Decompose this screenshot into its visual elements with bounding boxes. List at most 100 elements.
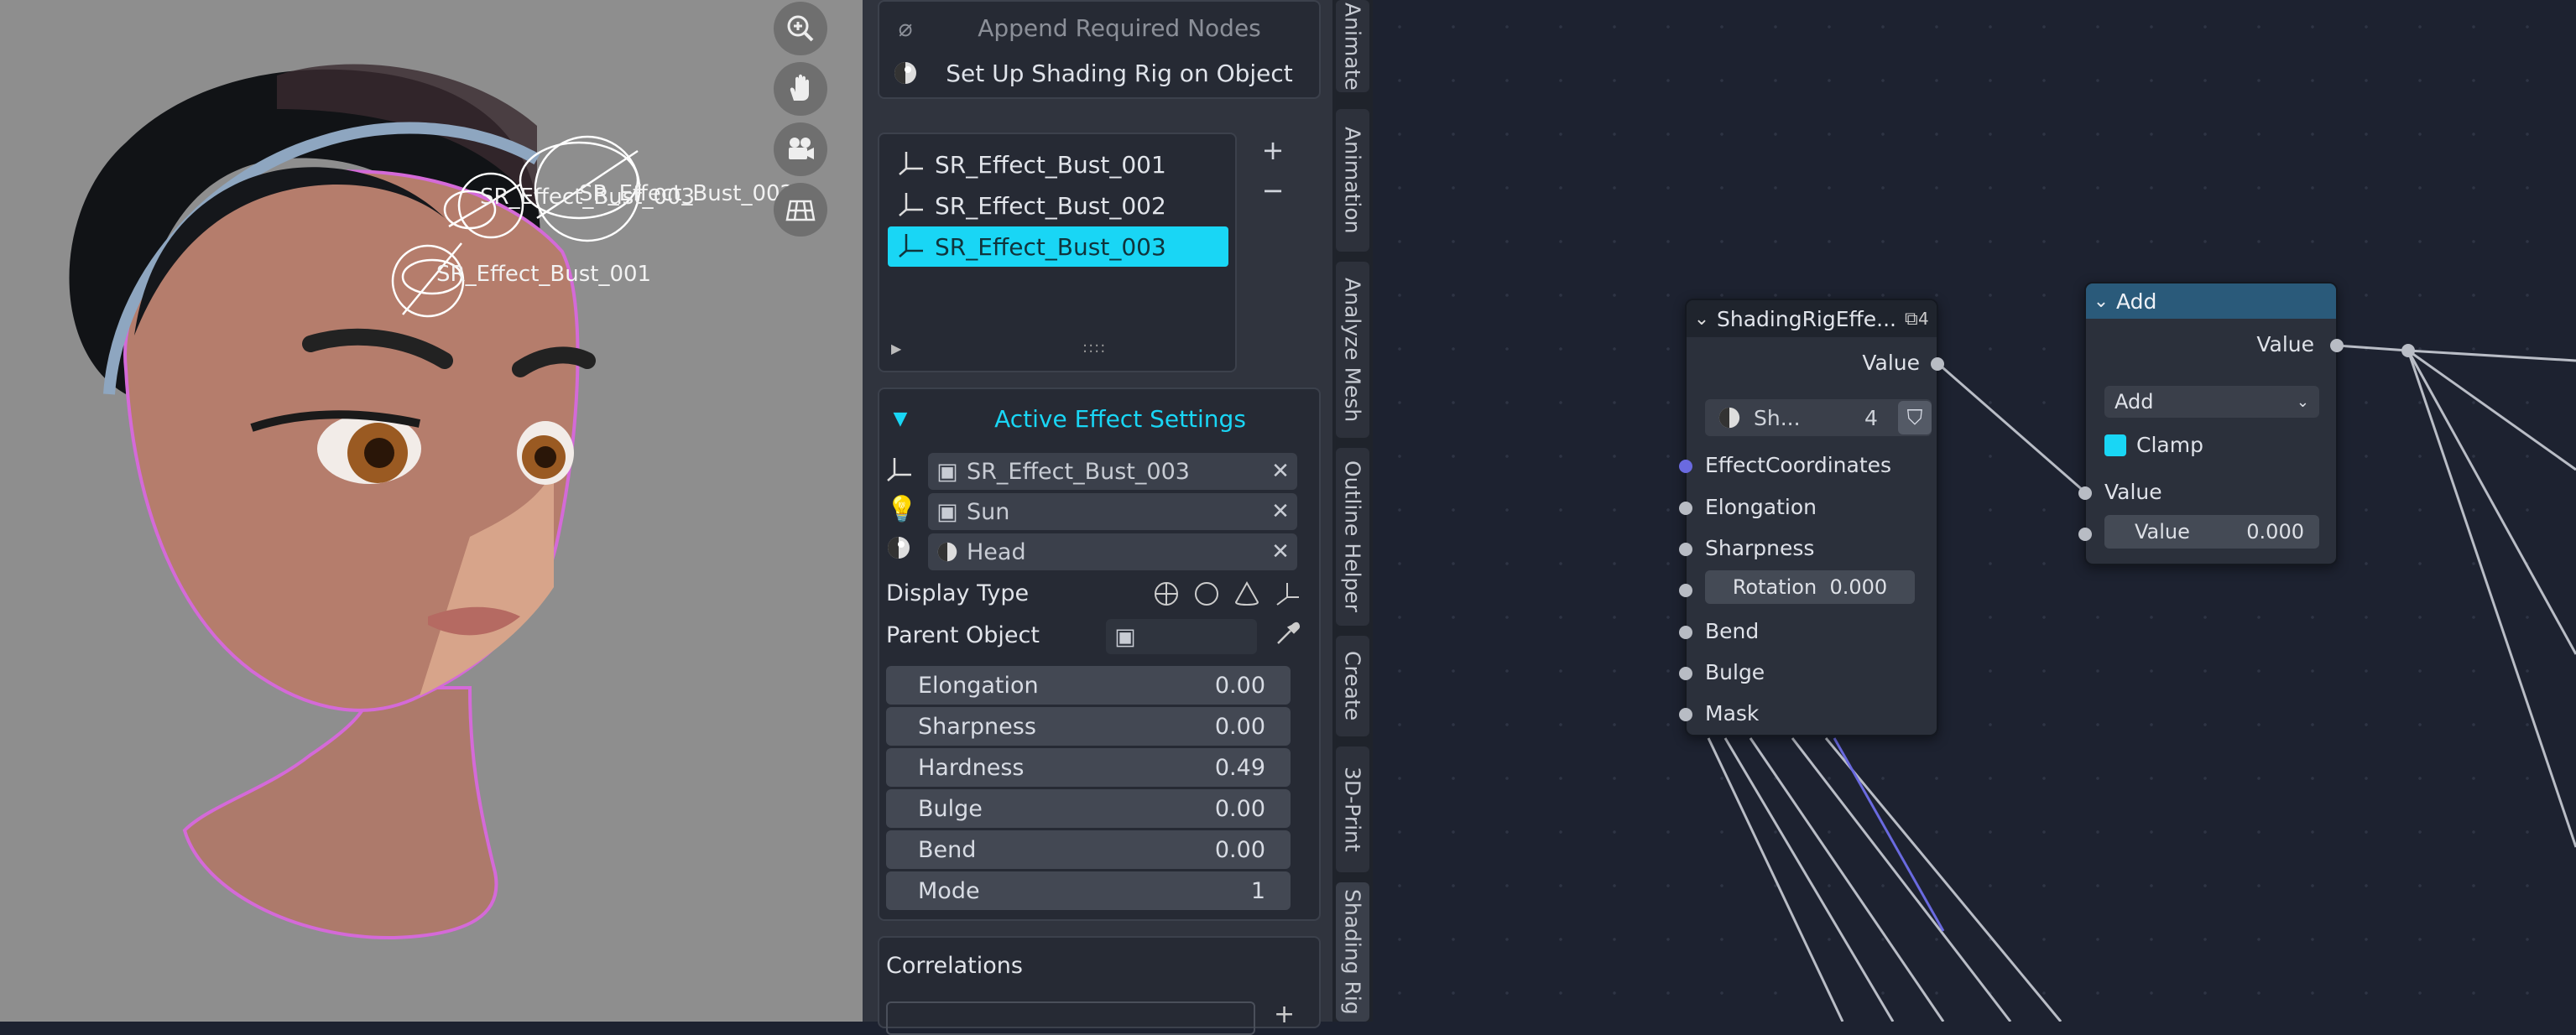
slider-label: Bend xyxy=(918,836,977,863)
empty-label-001[interactable]: SR_Effect_Bust_001 xyxy=(436,262,651,287)
collapse-icon: ▼ xyxy=(893,408,908,429)
input-socket[interactable] xyxy=(2078,486,2092,500)
zoom-icon[interactable] xyxy=(774,2,827,55)
tab-animate[interactable]: Animate xyxy=(1336,0,1369,92)
input-socket-vector[interactable] xyxy=(1679,460,1692,473)
hand-icon[interactable] xyxy=(774,62,827,116)
input-label: EffectCoordinates xyxy=(1705,453,1892,477)
empty-label-002[interactable]: SR_Effect_Bust_002 xyxy=(579,181,794,206)
bend-slider[interactable]: Bend 0.00 xyxy=(886,830,1291,869)
empty-axis-icon xyxy=(898,148,935,181)
clear-icon[interactable]: ✕ xyxy=(1264,459,1297,484)
sharpness-slider[interactable]: Sharpness 0.00 xyxy=(886,707,1291,746)
light-object-field[interactable]: ▣ Sun ✕ xyxy=(928,493,1297,530)
node-editor[interactable]: ⌄ ShadingRigEffe... ⧉ 4 Value Sh... 4 ⛉ … xyxy=(1373,0,2576,1022)
effect-object-value: SR_Effect_Bust_003 xyxy=(967,458,1190,485)
tab-create[interactable]: Create xyxy=(1336,636,1369,736)
tab-animation[interactable]: Animation xyxy=(1336,109,1369,252)
input-label: Sharpness xyxy=(1705,536,1815,560)
input-socket[interactable] xyxy=(1679,667,1692,680)
value-label: Value xyxy=(2135,520,2190,544)
value-number: 0.000 xyxy=(2246,520,2304,544)
math-add-node[interactable]: ⌄ Add Value Add ⌄ Clamp Value Value 0.00… xyxy=(2078,282,2344,565)
slider-value: 0.00 xyxy=(1214,672,1265,699)
camera-icon[interactable] xyxy=(774,122,827,176)
add-correlation-button[interactable]: + xyxy=(1274,1000,1295,1029)
shading-rig-group-node[interactable]: ⌄ ShadingRigEffe... ⧉ 4 Value Sh... 4 ⛉ … xyxy=(1679,299,1944,736)
clamp-checkbox[interactable] xyxy=(2104,434,2126,456)
chevron-down-icon: ⌄ xyxy=(2296,393,2309,411)
slider-value: 0.00 xyxy=(1214,795,1265,822)
tab-label: Outline Helper xyxy=(1340,460,1365,613)
reroute-point[interactable] xyxy=(2401,344,2415,357)
input-socket[interactable] xyxy=(2078,528,2092,541)
remove-effect-button[interactable]: − xyxy=(1257,174,1289,206)
value-field[interactable]: Value 0.000 xyxy=(2104,515,2319,549)
cone-display-icon[interactable] xyxy=(1233,580,1260,607)
circle-display-icon[interactable] xyxy=(1193,580,1220,607)
shading-rig-panel: ⌀ Append Required Nodes Set Up Shading R… xyxy=(863,0,1332,1035)
viewport-scene[interactable] xyxy=(0,0,863,1022)
eyedropper-icon[interactable] xyxy=(1274,621,1304,651)
slider-label: Bulge xyxy=(918,795,983,822)
chevron-down-icon[interactable]: ⌄ xyxy=(2086,291,2116,312)
mode-slider[interactable]: Mode 1 xyxy=(886,871,1291,910)
display-type-selector[interactable] xyxy=(1146,577,1307,611)
expand-triangle-icon[interactable]: ▶ xyxy=(891,341,901,356)
correlations-list[interactable] xyxy=(886,1001,1255,1035)
input-socket[interactable] xyxy=(1679,543,1692,556)
fake-user-shield-icon[interactable]: ⛉ xyxy=(1898,401,1932,434)
active-effect-settings: ▼ Active Effect Settings ▣ SR_Effect_Bus… xyxy=(878,387,1321,921)
input-socket[interactable] xyxy=(1679,708,1692,721)
output-socket[interactable] xyxy=(2330,339,2344,352)
datablock-selector[interactable]: Sh... 4 ⛉ xyxy=(1705,399,1932,436)
shading-icon xyxy=(928,541,967,563)
axes-display-icon[interactable] xyxy=(1274,580,1301,607)
node-group-icon: ⧉ xyxy=(1905,308,1918,330)
input-socket[interactable] xyxy=(1679,584,1692,597)
elongation-slider[interactable]: Elongation 0.00 xyxy=(886,666,1291,705)
list-item[interactable]: SR_Effect_Bust_002 xyxy=(888,185,1228,226)
list-item[interactable]: SR_Effect_Bust_001 xyxy=(888,144,1228,185)
shade-object-value: Head xyxy=(967,538,1026,565)
grid-icon[interactable] xyxy=(774,183,827,237)
3d-viewport[interactable]: SR_Effect_Bust_003 SR_Effect_Bust_002 SR… xyxy=(0,0,863,1022)
output-socket[interactable] xyxy=(1931,357,1944,371)
add-effect-button[interactable]: + xyxy=(1257,134,1289,166)
tab-analyze-mesh[interactable]: Analyze Mesh xyxy=(1336,262,1369,438)
rotation-field[interactable]: Rotation 0.000 xyxy=(1705,570,1915,604)
tab-3d-print[interactable]: 3D-Print xyxy=(1336,746,1369,872)
node-title: Add xyxy=(2116,289,2157,314)
list-item-label: SR_Effect_Bust_001 xyxy=(935,150,1166,179)
light-icon: 💡 xyxy=(886,495,918,524)
parent-object-field[interactable]: ▣ xyxy=(1106,619,1257,654)
parent-object-label: Parent Object xyxy=(886,622,1040,648)
chevron-down-icon[interactable]: ⌄ xyxy=(1687,309,1717,330)
setup-rig-button[interactable]: Set Up Shading Rig on Object xyxy=(886,54,1314,92)
node-header[interactable]: ⌄ Add xyxy=(2086,283,2336,319)
operation-dropdown[interactable]: Add ⌄ xyxy=(2104,386,2319,418)
tab-shading-rig[interactable]: Shading Rig xyxy=(1336,882,1369,1022)
input-socket[interactable] xyxy=(1679,502,1692,515)
settings-header[interactable]: ▼ Active Effect Settings xyxy=(879,389,1319,448)
hardness-slider[interactable]: Hardness 0.49 xyxy=(886,748,1291,787)
append-nodes-button[interactable]: ⌀ Append Required Nodes xyxy=(886,8,1314,47)
tab-label: 3D-Print xyxy=(1340,767,1365,852)
tab-outline-helper[interactable]: Outline Helper xyxy=(1336,448,1369,626)
slider-group: Elongation 0.00 Sharpness 0.00 Hardness 0.4… xyxy=(886,666,1291,910)
effects-list[interactable]: SR_Effect_Bust_001 SR_Effect_Bust_002 SR… xyxy=(878,133,1237,372)
sphere-display-icon[interactable] xyxy=(1153,580,1180,607)
empty-axis-icon xyxy=(886,455,916,488)
slider-label: Mode xyxy=(918,877,980,904)
clear-icon[interactable]: ✕ xyxy=(1264,539,1297,564)
node-header[interactable]: ⌄ ShadingRigEffe... ⧉ 4 xyxy=(1687,300,1937,337)
effect-object-field[interactable]: ▣ SR_Effect_Bust_003 ✕ xyxy=(928,453,1297,490)
list-item-selected[interactable]: SR_Effect_Bust_003 xyxy=(888,226,1228,267)
bulge-slider[interactable]: Bulge 0.00 xyxy=(886,789,1291,828)
input-socket[interactable] xyxy=(1679,626,1692,639)
slider-label: Hardness xyxy=(918,754,1025,781)
clear-icon[interactable]: ✕ xyxy=(1264,499,1297,524)
list-resize-grip[interactable]: :::: xyxy=(1082,339,1106,356)
shade-object-field[interactable]: Head ✕ xyxy=(928,533,1297,570)
correlations-label: Correlations xyxy=(886,953,1023,979)
